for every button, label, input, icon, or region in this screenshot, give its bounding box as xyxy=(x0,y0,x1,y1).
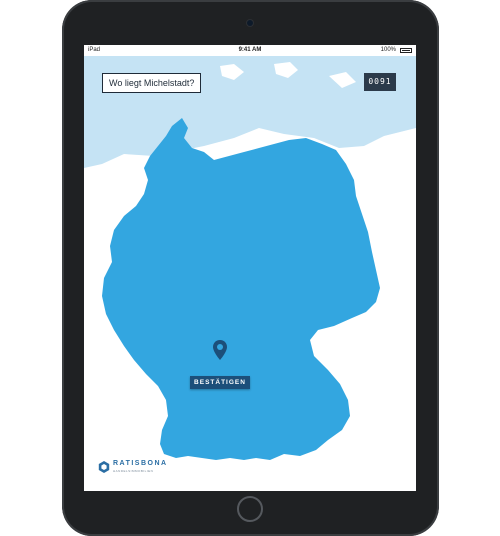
germany-map[interactable] xyxy=(84,56,416,491)
question-box: Wo liegt Michelstadt? xyxy=(102,73,202,93)
front-camera xyxy=(247,20,253,26)
score-counter: 0091 xyxy=(364,73,396,91)
brand-tagline: HANDELSIMMOBILIEN xyxy=(113,469,154,473)
app-screen: iPad 9:41 AM 100% Wo liegt Michelstadt? … xyxy=(84,45,416,491)
map-pin-icon[interactable] xyxy=(213,340,227,360)
status-bar: iPad 9:41 AM 100% xyxy=(84,45,416,56)
confirm-button[interactable]: BESTÄTIGEN xyxy=(190,376,250,389)
battery-icon xyxy=(400,48,412,53)
home-button[interactable] xyxy=(237,496,263,522)
clock: 9:41 AM xyxy=(238,47,262,53)
battery-percent: 100% xyxy=(380,47,396,53)
germany-land xyxy=(102,118,380,460)
hexagon-logo-icon xyxy=(98,461,110,473)
brand-name: RATISBONA xyxy=(113,460,168,467)
